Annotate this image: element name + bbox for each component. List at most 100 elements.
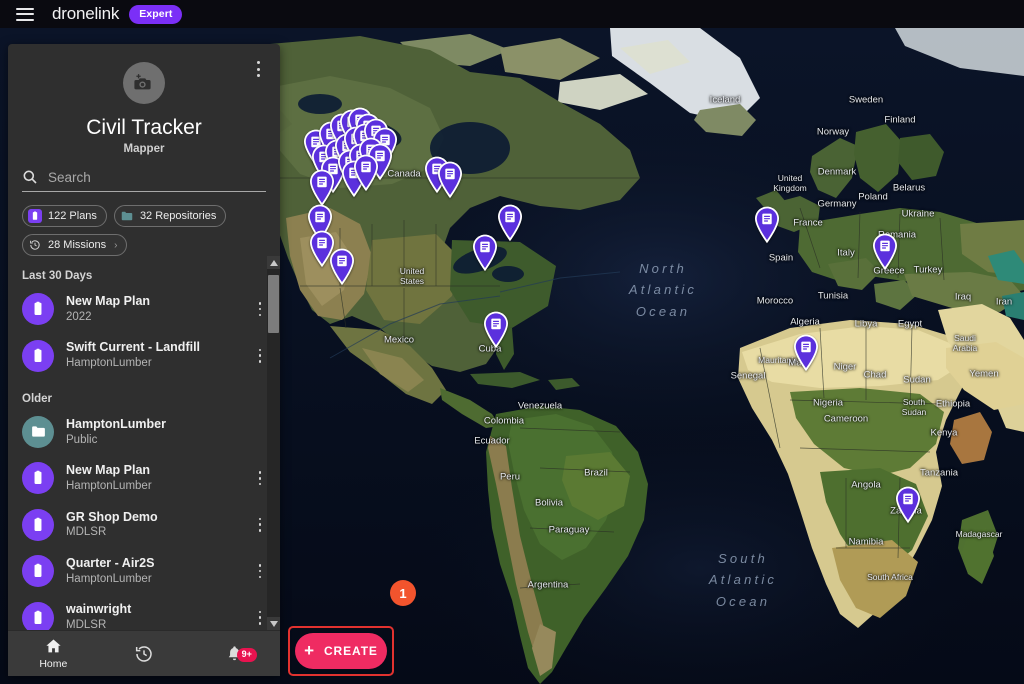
chip-28-missions[interactable]: 28 Missions › xyxy=(22,234,128,256)
list-item-title: New Map Plan xyxy=(66,463,151,478)
kebab-dot xyxy=(258,569,262,573)
more-vertical-icon[interactable] xyxy=(250,58,266,80)
kebab-dot xyxy=(256,74,260,77)
list-item[interactable]: Swift Current - Landfill HamptonLumber xyxy=(8,332,280,378)
step-badge-1: 1 xyxy=(390,580,416,606)
list-item-title: HamptonLumber xyxy=(66,416,166,431)
kebab-dot xyxy=(258,313,262,317)
search-input[interactable] xyxy=(48,169,266,185)
section-label-last-30-days: Last 30 Days xyxy=(22,270,93,282)
scrollbar-thumb[interactable] xyxy=(268,275,279,333)
kebab-dot xyxy=(258,348,262,352)
plan-document-icon xyxy=(22,601,54,630)
kebab-dot xyxy=(258,477,262,480)
kebab-dot xyxy=(258,482,262,486)
notification-badge: 9+ xyxy=(236,648,257,662)
list-item-title: wainwright xyxy=(66,602,132,617)
list-item-text: wainwright MDLSR xyxy=(66,601,240,630)
list-item-text: HamptonLumber Public xyxy=(66,416,240,448)
kebab-dot xyxy=(258,471,262,474)
search-row xyxy=(22,169,266,192)
map-marker-pin[interactable] xyxy=(752,205,782,245)
list-item-more-icon[interactable] xyxy=(252,468,268,488)
create-cta-group: 1 + CREATE xyxy=(288,580,416,676)
list-item-text: Swift Current - Landfill HamptonLumber xyxy=(66,339,240,371)
plan-document-icon xyxy=(28,209,42,223)
scroll-up-arrow-icon[interactable] xyxy=(267,256,280,269)
plus-icon: + xyxy=(304,641,315,660)
plan-document-icon xyxy=(22,339,54,372)
kebab-dot xyxy=(258,575,262,579)
create-button-label: CREATE xyxy=(323,644,378,658)
create-button[interactable]: + CREATE xyxy=(295,633,387,669)
list-item-more-icon[interactable] xyxy=(252,299,268,319)
list-item-text: GR Shop Demo MDLSR xyxy=(66,509,240,541)
map-marker-pin[interactable] xyxy=(435,160,465,200)
chip-label: 28 Missions xyxy=(48,239,107,251)
kebab-dot xyxy=(258,564,262,567)
list-item-subtitle: MDLSR xyxy=(66,619,107,630)
create-button-highlight: + CREATE xyxy=(288,626,394,676)
nav-item-home[interactable]: Home xyxy=(8,637,99,670)
hamburger-line xyxy=(16,13,34,15)
nav-label-home: Home xyxy=(39,658,68,670)
sidebar-panel: Civil Tracker Mapper 122 Plans 32 Reposit… xyxy=(8,44,280,676)
scroll-down-arrow-icon[interactable] xyxy=(267,617,280,630)
kebab-dot xyxy=(258,610,262,614)
app-root: dronelink Expert North Atlantic Ocean So… xyxy=(0,0,1024,684)
kebab-dot xyxy=(258,517,262,521)
list-item[interactable]: wainwright MDLSR xyxy=(8,594,280,630)
map-marker-pin[interactable] xyxy=(307,168,337,208)
map-marker-pin[interactable] xyxy=(470,233,500,273)
list-item-subtitle: Public xyxy=(66,433,98,446)
hamburger-line xyxy=(16,7,34,10)
list-item-more-icon[interactable] xyxy=(252,561,268,581)
list-item[interactable]: New Map Plan 2022 xyxy=(8,286,280,332)
section-label-older: Older xyxy=(22,392,53,405)
list-item[interactable]: HamptonLumber Public xyxy=(8,409,280,455)
page-subtitle: Mapper xyxy=(123,143,165,155)
map-marker-pin[interactable] xyxy=(870,232,900,272)
nav-item-notifications[interactable]: 9+ xyxy=(189,644,280,663)
plan-document-icon xyxy=(22,462,54,495)
map-marker-pin[interactable] xyxy=(351,153,381,193)
list-item[interactable]: Quarter - Air2S HamptonLumber xyxy=(8,548,280,594)
brand-logo[interactable]: dronelink xyxy=(52,4,119,24)
scrollbar-track[interactable] xyxy=(267,269,280,617)
top-bar: dronelink Expert xyxy=(0,0,1024,28)
list-item-subtitle: HamptonLumber xyxy=(66,480,152,493)
kebab-dot xyxy=(256,61,260,64)
bottom-navigation: Home 9+ xyxy=(8,630,280,676)
items-scroll-area[interactable]: Last 30 Days New Map Plan 2022 Swift Curren… xyxy=(8,256,280,630)
list-item-more-icon[interactable] xyxy=(252,608,268,628)
chip-label: 122 Plans xyxy=(48,210,97,222)
folder-icon xyxy=(22,415,54,448)
kebab-dot xyxy=(258,302,262,305)
nav-item-history[interactable] xyxy=(99,644,190,664)
sidebar-scrollbar[interactable] xyxy=(267,256,280,630)
kebab-dot xyxy=(258,359,262,363)
list-item[interactable]: New Map Plan HamptonLumber xyxy=(8,455,280,501)
kebab-dot xyxy=(258,354,262,357)
list-item-more-icon[interactable] xyxy=(252,346,268,366)
chip-32-repositories[interactable]: 32 Repositories xyxy=(113,205,227,227)
add-photo-camera-icon[interactable] xyxy=(123,62,165,104)
chip-label: 32 Repositories xyxy=(139,210,217,222)
map-marker-pin[interactable] xyxy=(481,310,511,350)
list-item[interactable]: GR Shop Demo MDLSR xyxy=(8,502,280,548)
items-list: Last 30 Days New Map Plan 2022 Swift Curren… xyxy=(8,256,280,630)
hamburger-menu-icon[interactable] xyxy=(16,7,34,21)
kebab-dot xyxy=(256,67,260,71)
chip-122-plans[interactable]: 122 Plans xyxy=(22,205,107,227)
map-marker-pin[interactable] xyxy=(791,333,821,373)
kebab-dot xyxy=(258,621,262,625)
list-item-title: New Map Plan xyxy=(66,294,151,308)
map-marker-pin[interactable] xyxy=(893,485,923,525)
map-marker-pin[interactable] xyxy=(327,247,357,287)
list-item-title: Swift Current - Landfill xyxy=(66,340,201,355)
chevron-right-icon: › xyxy=(114,239,118,251)
list-item-more-icon[interactable] xyxy=(252,515,268,535)
list-item-text: Quarter - Air2S HamptonLumber xyxy=(66,555,240,587)
kebab-dot xyxy=(258,529,262,532)
history-clock-icon xyxy=(135,645,152,662)
